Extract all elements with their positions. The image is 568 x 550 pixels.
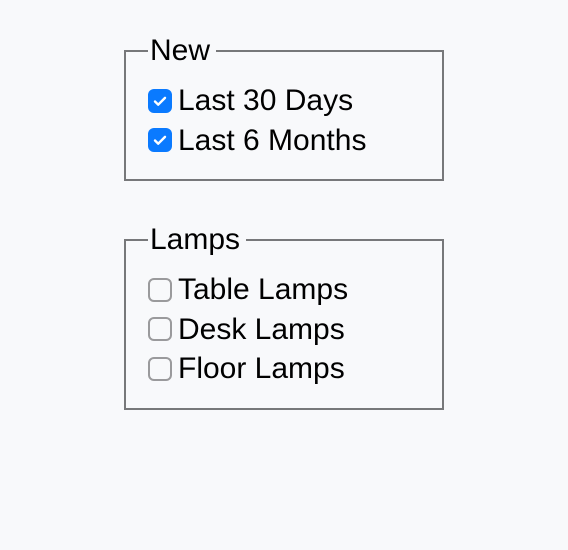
- checkbox-row[interactable]: Floor Lamps: [148, 350, 420, 388]
- checkbox-desk-lamps[interactable]: [148, 317, 172, 341]
- checkbox-label[interactable]: Last 6 Months: [178, 122, 366, 160]
- checkbox-last-6-months[interactable]: [148, 128, 172, 152]
- checkbox-label[interactable]: Desk Lamps: [178, 311, 345, 349]
- check-icon: [152, 132, 168, 148]
- checkbox-label[interactable]: Floor Lamps: [178, 350, 345, 388]
- checkbox-row[interactable]: Last 6 Months: [148, 122, 420, 160]
- checkbox-table-lamps[interactable]: [148, 278, 172, 302]
- checkbox-floor-lamps[interactable]: [148, 357, 172, 381]
- checkbox-last-30-days[interactable]: [148, 89, 172, 113]
- check-icon: [152, 93, 168, 109]
- checkbox-row[interactable]: Last 30 Days: [148, 82, 420, 120]
- filter-legend: Lamps: [148, 225, 246, 255]
- checkbox-row[interactable]: Desk Lamps: [148, 311, 420, 349]
- filter-group-lamps: Lamps Table Lamps Desk Lamps Floor Lamps: [124, 225, 444, 410]
- checkbox-label[interactable]: Table Lamps: [178, 271, 348, 309]
- filter-group-new: New Last 30 Days Last 6 Months: [124, 36, 444, 181]
- checkbox-label[interactable]: Last 30 Days: [178, 82, 353, 120]
- filter-legend: New: [148, 36, 216, 66]
- checkbox-row[interactable]: Table Lamps: [148, 271, 420, 309]
